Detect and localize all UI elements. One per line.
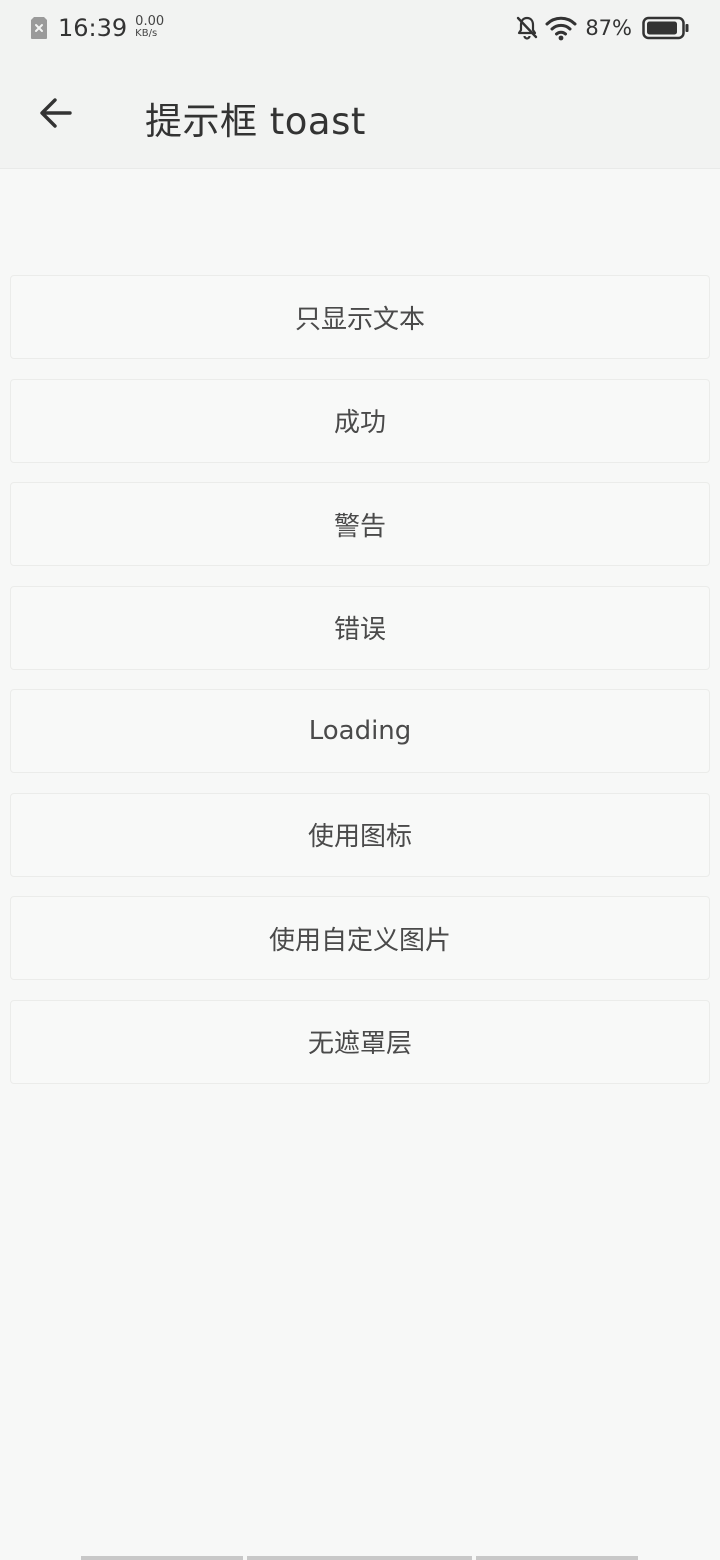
status-bar-left: 16:39 0.00 KB/s: [30, 14, 164, 42]
status-time: 16:39: [58, 14, 128, 42]
success-button[interactable]: 成功: [10, 378, 710, 463]
home-indicator-segment: [247, 1556, 472, 1560]
network-speed-unit: KB/s: [135, 28, 158, 39]
wifi-icon: [545, 16, 577, 41]
text-only-button[interactable]: 只显示文本: [10, 275, 710, 359]
no-mask-button[interactable]: 无遮罩层: [10, 999, 710, 1084]
loading-button[interactable]: Loading: [10, 689, 710, 773]
back-button[interactable]: [28, 87, 84, 139]
custom-image-button[interactable]: 使用自定义图片: [10, 896, 710, 980]
home-indicator-segment: [476, 1556, 638, 1560]
home-indicator[interactable]: [81, 1556, 639, 1560]
page-title: 提示框 toast: [145, 100, 366, 143]
bell-off-icon: [517, 16, 538, 40]
network-speed: 0.00 KB/s: [135, 14, 165, 40]
sim-error-icon: [31, 17, 47, 39]
toast-demo-list: 只显示文本 成功 警告 错误 Loading 使用图标 使用自定义图片 无遮罩层: [10, 275, 710, 1103]
arrow-left-icon: [40, 98, 72, 128]
battery-icon: [642, 16, 689, 40]
home-indicator-segment: [81, 1556, 243, 1560]
network-speed-value: 0.00: [135, 14, 165, 29]
app-bar: 提示框 toast: [0, 58, 720, 169]
status-bar-right: 87%: [515, 15, 690, 41]
status-bar: 16:39 0.00 KB/s 87%: [0, 0, 720, 58]
error-button[interactable]: 错误: [10, 585, 710, 670]
use-icon-button[interactable]: 使用图标: [10, 792, 710, 877]
battery-percent: 87%: [585, 16, 632, 40]
warning-button[interactable]: 警告: [10, 482, 710, 566]
